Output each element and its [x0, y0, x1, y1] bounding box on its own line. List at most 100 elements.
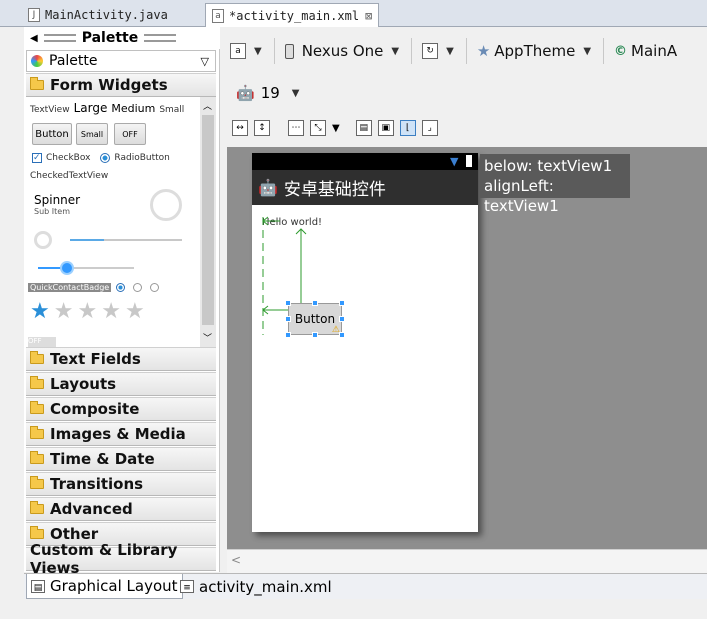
chevron-down-icon: ▼: [291, 87, 300, 99]
tab-graphical-layout[interactable]: ▤ Graphical Layout: [26, 574, 183, 599]
widget-progressbar-large[interactable]: [150, 189, 182, 221]
theme-label: AppTheme: [494, 42, 576, 60]
palette-selector[interactable]: Palette ▽: [26, 50, 216, 72]
tab-label: activity_main.xml: [199, 577, 332, 596]
seekbar-thumb-icon[interactable]: [60, 261, 74, 275]
category-label: Composite: [50, 400, 140, 418]
widget-radiobutton[interactable]: RadioButton: [114, 153, 169, 163]
resize-handle[interactable]: [285, 316, 291, 322]
palette-scrollbar[interactable]: ︿ ﹀: [200, 97, 216, 347]
widget-button[interactable]: Button: [32, 123, 72, 145]
chevron-left-icon[interactable]: <: [231, 553, 241, 567]
scrollbar-thumb[interactable]: [202, 115, 214, 325]
close-icon[interactable]: ⊠: [365, 9, 372, 23]
constraint-tooltip: below: textView1 alignLeft: textView1: [480, 154, 630, 215]
resize-handle[interactable]: [312, 300, 318, 306]
widget-seekbar[interactable]: [38, 267, 134, 269]
category-form-widgets[interactable]: Form Widgets: [26, 73, 216, 97]
widget-checkedtextview[interactable]: CheckedTextView: [30, 171, 108, 181]
category-images-media[interactable]: Images & Media: [26, 422, 216, 446]
star-icon: ★: [53, 299, 74, 324]
activity-chooser[interactable]: © MainA: [614, 42, 677, 60]
footer: [0, 599, 707, 619]
editor-mode-tabs: ▤ Graphical Layout ≡ activity_main.xml: [24, 573, 707, 599]
category-composite[interactable]: Composite: [26, 397, 216, 421]
category-layouts[interactable]: Layouts: [26, 372, 216, 396]
chevron-down-icon[interactable]: ﹀: [203, 331, 212, 344]
widget-small-text[interactable]: Small: [159, 105, 184, 115]
resize-handle[interactable]: [339, 332, 345, 338]
star-icon: ★: [476, 42, 491, 60]
category-advanced[interactable]: Advanced: [26, 497, 216, 521]
widget-ratingbar[interactable]: ★ ★ ★ ★ ★: [30, 301, 145, 323]
star-icon: ★: [124, 299, 145, 324]
category-label: Advanced: [50, 500, 133, 518]
radio-icon[interactable]: [133, 283, 142, 292]
canvas-horizontal-scrollbar[interactable]: <: [227, 549, 707, 573]
widget-large-text[interactable]: Large: [74, 101, 108, 115]
widget-spinner-subitem: Sub Item: [34, 207, 70, 216]
preview-button-label: Button: [294, 312, 336, 326]
radio-icon: [100, 153, 111, 163]
chevron-down-icon[interactable]: ▼: [332, 123, 340, 134]
tab-activity-main-xml[interactable]: a *activity_main.xml ⊠: [205, 3, 380, 27]
rotate-icon: ↻: [422, 43, 439, 59]
category-label: Custom & Library Views: [30, 541, 178, 577]
widget-progressbar-horizontal[interactable]: [70, 239, 182, 241]
widget-switch[interactable]: OFF: [28, 337, 56, 347]
checkbox-icon: ✓: [32, 153, 42, 163]
radio-icon[interactable]: [150, 283, 159, 292]
snap-icon[interactable]: ⌟: [421, 120, 438, 136]
resize-handle[interactable]: [339, 316, 345, 322]
form-widgets-area: TextView Large Medium Small Button Small…: [26, 97, 216, 347]
widget-quickcontactbadge[interactable]: QuickContactBadge: [28, 283, 112, 292]
widget-medium-text[interactable]: Medium: [111, 102, 155, 115]
toolbar-separator: [603, 38, 605, 64]
auto-connect-icon[interactable]: ⌊: [399, 120, 416, 136]
star-icon: ★: [30, 299, 50, 324]
category-time-date[interactable]: Time & Date: [26, 447, 216, 471]
device-chooser[interactable]: Nexus One ▼: [284, 42, 399, 60]
preview-button[interactable]: Button ⚠: [288, 303, 342, 335]
toggle-fill-width-icon[interactable]: ↔: [232, 120, 248, 136]
toolbar-separator: [465, 38, 467, 64]
layout-file-icon: a: [230, 43, 246, 59]
tab-xml-source[interactable]: ≡ activity_main.xml: [176, 574, 336, 599]
category-label: Layouts: [50, 375, 117, 393]
widget-checkbox[interactable]: CheckBox: [46, 153, 90, 163]
resize-handle[interactable]: [285, 300, 291, 306]
config-chooser[interactable]: a ▼: [230, 43, 262, 59]
palette-icon: [31, 55, 43, 67]
align-margins-icon[interactable]: ⋯: [288, 120, 304, 136]
resize-icon[interactable]: ⤡: [310, 120, 326, 136]
resize-handle[interactable]: [312, 332, 318, 338]
widget-progressbar[interactable]: [34, 231, 52, 249]
grip-icon: [43, 34, 76, 42]
align-baseline-icon[interactable]: ▤: [355, 120, 372, 136]
widget-spinner[interactable]: Spinner: [34, 193, 80, 207]
palette-panel: ◀ Palette Palette ▽ Form Widgets TextVie…: [24, 27, 220, 577]
widget-togglebutton[interactable]: OFF: [114, 123, 146, 145]
radio-icon[interactable]: [116, 283, 125, 292]
chevron-down-icon: ▽: [200, 54, 209, 68]
tab-mainactivity-java[interactable]: J MainActivity.java: [22, 3, 174, 27]
collapse-icon[interactable]: ◀: [30, 33, 38, 44]
chevron-up-icon[interactable]: ︿: [203, 99, 212, 112]
folder-icon: [30, 376, 44, 389]
folder-icon: [30, 501, 44, 514]
resize-handle[interactable]: [339, 300, 345, 306]
orientation-chooser[interactable]: ↻ ▼: [422, 43, 454, 59]
widget-small-button[interactable]: Small: [76, 123, 108, 145]
category-text-fields[interactable]: Text Fields: [26, 347, 216, 371]
theme-chooser[interactable]: ★ AppTheme ▼: [477, 42, 591, 60]
category-label: Images & Media: [50, 425, 186, 443]
tab-label: Graphical Layout: [50, 577, 178, 595]
api-level-chooser[interactable]: 🤖 19 ▼: [236, 84, 299, 102]
widget-textview[interactable]: TextView: [30, 105, 70, 115]
category-transitions[interactable]: Transitions: [26, 472, 216, 496]
category-custom-library-views[interactable]: Custom & Library Views: [26, 541, 216, 577]
class-icon: ©: [614, 43, 628, 59]
resize-handle[interactable]: [285, 332, 291, 338]
centering-icon[interactable]: ▣: [377, 120, 394, 136]
toggle-fill-height-icon[interactable]: ↕: [254, 120, 270, 136]
